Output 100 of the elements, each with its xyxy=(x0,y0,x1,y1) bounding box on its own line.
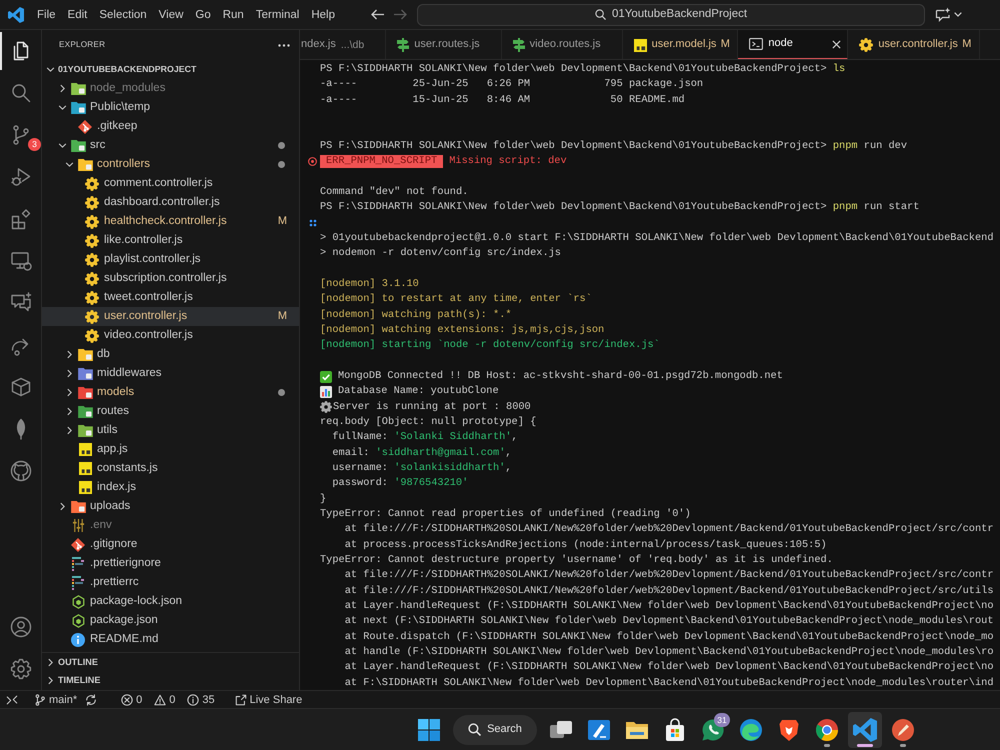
terminal-line: TypeError: Cannot destructure property 'username' of 'req.body' as it is undefined. xyxy=(320,553,833,568)
settings-icon[interactable] xyxy=(8,657,32,681)
gear-icon xyxy=(320,401,332,414)
menu-item[interactable]: Terminal xyxy=(250,4,306,24)
tree-item[interactable]: .gitkeep xyxy=(42,117,299,136)
lion-shield-icon xyxy=(777,718,801,742)
taskbar-button[interactable] xyxy=(848,712,882,748)
git-status-letter: M xyxy=(278,214,287,228)
menu-item[interactable]: Selection xyxy=(93,4,153,24)
terminal-line: > nodemon -r dotenv/config src/index.js xyxy=(320,246,561,262)
gear-icon xyxy=(85,214,99,228)
tree-item[interactable]: playlist.controller.js xyxy=(42,250,299,269)
terminal-line: [nodemon] watching extensions: js,mjs,cjs,json xyxy=(320,322,604,338)
sync-icon[interactable] xyxy=(85,694,98,706)
tree-item[interactable]: like.controller.js xyxy=(42,231,299,250)
menu-item[interactable]: Go xyxy=(189,4,217,24)
more-actions-icon[interactable] xyxy=(278,44,290,46)
tree-item[interactable]: README.md xyxy=(42,630,299,649)
tree-item[interactable]: .prettierrc xyxy=(42,573,299,592)
remote-icon[interactable] xyxy=(6,694,18,706)
tree-item[interactable]: comment.controller.js xyxy=(42,174,299,193)
folder-item[interactable]: utils xyxy=(42,421,299,440)
gear-icon xyxy=(85,252,99,266)
command-center-search[interactable]: 01YoutubeBackendProject xyxy=(417,4,925,26)
chat-sparkle-icon[interactable] xyxy=(935,7,951,22)
tree-item[interactable]: subscription.controller.js xyxy=(42,269,299,288)
terminal-line: PS F:\SIDDHARTH SOLANKI\New folder\web Devlopment\Backend\01YoutubeBackendProject> pnpm run start xyxy=(320,200,920,216)
terminal-line: [nodemon] watching path(s): *.* xyxy=(320,308,512,322)
menu-item[interactable]: Run xyxy=(216,4,250,24)
folder-item[interactable]: Public\temp xyxy=(42,98,299,117)
branch-button[interactable]: main* xyxy=(30,692,82,708)
folder-item[interactable]: db xyxy=(42,345,299,364)
tree-item[interactable]: app.js xyxy=(42,440,299,459)
folder-item[interactable]: routes xyxy=(42,402,299,421)
bar-chart-icon xyxy=(320,386,332,398)
warnings-button[interactable]: 0 xyxy=(150,692,180,708)
error-circle-icon[interactable] xyxy=(308,157,317,166)
menu-item[interactable]: Help xyxy=(305,4,341,24)
git-status-letter: M xyxy=(720,38,730,52)
taskbar-search[interactable]: Search xyxy=(453,714,537,744)
folder-item[interactable]: middlewares xyxy=(42,364,299,383)
terminal-line: [nodemon] to restart at any time, enter `rs` xyxy=(320,292,592,308)
tree-item[interactable]: package-lock.json xyxy=(42,592,299,611)
gear-icon xyxy=(85,272,99,286)
hexagon-icon xyxy=(72,614,84,628)
folder-item[interactable]: models xyxy=(42,383,299,402)
tree-item[interactable]: user.controller.js M xyxy=(42,307,299,326)
close-icon[interactable] xyxy=(832,40,841,48)
js-file-icon xyxy=(634,38,647,52)
project-root-item[interactable]: 01YOUTUBEBACKENDPROJECT xyxy=(42,60,299,79)
branch-icon xyxy=(34,694,46,706)
terminal-line: Server is running at port : 8000 xyxy=(333,400,531,415)
section-header[interactable]: OUTLINE xyxy=(42,652,299,671)
terminal-line: [nodemon] starting `node -r dotenv/config src/index.js` xyxy=(320,338,660,354)
live-share-button[interactable]: Live Share xyxy=(230,692,306,708)
tree-item[interactable]: tweet.controller.js xyxy=(42,288,299,307)
errors-button[interactable]: 0 xyxy=(117,692,146,708)
tree-item[interactable]: index.js xyxy=(42,478,299,497)
terminal-line: req.body [Object: null prototype] { xyxy=(320,414,536,430)
sidebar-title: EXPLORER xyxy=(59,40,106,50)
caret-icon[interactable] xyxy=(954,12,962,17)
share-arrow-icon xyxy=(234,694,247,706)
wave-browser-icon xyxy=(739,718,763,742)
pen-circle-icon xyxy=(891,718,915,742)
signpost-icon xyxy=(512,38,525,52)
menu-item[interactable]: Edit xyxy=(62,4,94,24)
terminal-line: email: 'siddharth@gmail.com', xyxy=(332,446,512,461)
git-diamond-icon xyxy=(78,120,92,134)
folder-item[interactable]: src xyxy=(42,136,299,155)
terminal-line: -a---- 25-Jun-25 6:26 PM 795 package.json xyxy=(320,77,704,92)
signpost-icon xyxy=(397,38,410,52)
search-icon xyxy=(468,723,482,736)
tree-item[interactable]: .prettierignore xyxy=(42,554,299,573)
store-bag-icon xyxy=(663,718,687,742)
account-icon[interactable] xyxy=(8,615,32,639)
tree-item[interactable]: constants.js xyxy=(42,459,299,478)
taskbar-button[interactable]: 31 xyxy=(696,712,730,748)
menu-item[interactable]: File xyxy=(31,4,62,24)
source-control-icon[interactable] xyxy=(12,125,28,145)
sliders-icon xyxy=(72,519,84,532)
folder-item[interactable]: controllers xyxy=(42,155,299,174)
section-header[interactable]: TIMELINE xyxy=(42,671,299,690)
editor-tab[interactable]: node xyxy=(738,30,848,59)
gear-icon xyxy=(85,290,99,304)
tree-item[interactable]: package.json xyxy=(42,611,299,630)
tree-item[interactable]: dashboard.controller.js xyxy=(42,193,299,212)
folder-item[interactable]: node_modules xyxy=(42,79,299,98)
menu-item[interactable]: View xyxy=(152,4,190,24)
terminal-line: fullName: 'Solanki Siddharth', xyxy=(332,430,518,446)
tree-item[interactable]: .gitignore xyxy=(42,535,299,554)
terminal-line: } xyxy=(320,492,326,507)
back-arrow-icon[interactable] xyxy=(371,9,385,20)
cat-logo-icon[interactable] xyxy=(8,459,32,483)
js-file-icon xyxy=(78,481,92,494)
tree-item[interactable]: .env xyxy=(42,516,299,535)
tree-item[interactable]: video.controller.js xyxy=(42,326,299,345)
info-button[interactable]: 35 xyxy=(183,692,219,708)
code-editor-icon xyxy=(853,718,877,742)
tree-item[interactable]: healthcheck.controller.js M xyxy=(42,212,299,231)
folder-item[interactable]: uploads xyxy=(42,497,299,516)
